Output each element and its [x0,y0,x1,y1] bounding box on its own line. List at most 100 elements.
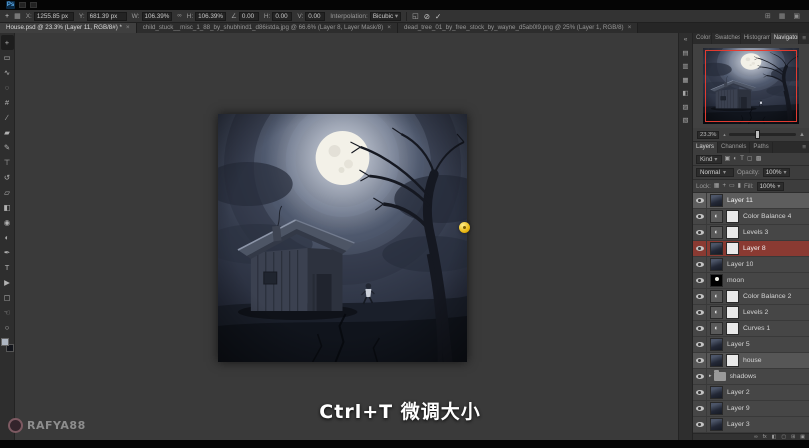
layer-thumbnail[interactable]: ◐ [710,354,723,367]
layer-filter-icon[interactable]: ◐ [733,156,737,162]
canvas-artwork[interactable] [218,114,467,362]
layer-row[interactable]: ▸ ◐ Layer 11 [693,193,809,209]
actions-panel-icon[interactable]: ▨ [682,105,688,112]
layer-name[interactable]: Layer 9 [727,405,750,412]
layer-thumbnail[interactable]: ◐ [710,418,723,431]
workspace-grid-icon[interactable]: ▦ [779,12,786,20]
move-tool[interactable]: + [1,35,14,50]
navigator-proxy-view[interactable] [705,50,797,122]
color-swatches[interactable] [1,338,14,352]
layer-mask-thumbnail[interactable] [726,306,739,319]
layer-thumbnail[interactable]: ◐ [710,402,723,415]
layer-row[interactable]: ▸ ◐ moon [693,273,809,289]
visibility-cell[interactable] [693,385,707,400]
filter-kind-select[interactable]: Kind ▾ [696,155,722,164]
document-tab[interactable]: House.psd @ 23.3% (Layer 11, RGB/8#) * × [0,23,137,33]
canvas-area[interactable] [15,33,678,440]
layer-mask-thumbnail[interactable] [726,290,739,303]
layer-thumbnail[interactable]: ◐ [710,258,723,271]
layer-name[interactable]: Layer 5 [727,341,750,348]
visibility-cell[interactable] [693,241,707,256]
layer-name[interactable]: Layer 11 [727,197,753,204]
group-expand-icon[interactable]: ▸ [709,374,712,379]
tab-layers[interactable]: Layers [693,142,718,153]
layer-thumbnail[interactable]: ◐ [710,338,723,351]
hand-tool[interactable]: ☜ [1,305,14,320]
visibility-cell[interactable] [693,209,707,224]
path-selection-tool[interactable]: ▶ [1,275,14,290]
app-bar-icon[interactable] [30,2,37,8]
visibility-cell[interactable] [693,369,707,384]
lock-option-icon[interactable]: + [722,183,726,189]
layer-name[interactable]: Color Balance 2 [743,293,791,300]
tab-paths[interactable]: Paths [750,142,772,153]
layer-thumbnail[interactable]: ◐ [710,194,723,207]
close-icon[interactable]: × [628,23,632,33]
layer-mask-thumbnail[interactable] [726,354,739,367]
layer-row[interactable]: ▸ ◐ Layer 5 [693,337,809,353]
layer-name[interactable]: moon [727,277,744,284]
layers-footer-icon[interactable]: ▣ [800,435,805,440]
rectangular-marquee-tool[interactable]: ▭ [1,50,14,65]
visibility-cell[interactable] [693,225,707,240]
layers-footer-icon[interactable]: ⊞ [791,435,795,440]
visibility-cell[interactable] [693,289,707,304]
tab-navigator[interactable]: Navigator [771,33,800,44]
collapse-panels-icon[interactable]: « [684,37,688,44]
close-icon[interactable]: × [387,23,391,33]
screen-mode-icon[interactable]: ▣ [793,12,800,20]
layer-thumbnail[interactable]: ◐ [710,386,723,399]
navigator-preview[interactable] [703,48,799,124]
layer-thumbnail[interactable]: ◐ [710,322,723,335]
arrange-documents-icon[interactable]: ⊞ [765,12,771,20]
tab-swatches[interactable]: Swatches [712,33,741,44]
zoom-tool[interactable]: ○ [1,320,14,335]
panel-menu-icon[interactable]: ≡ [799,33,809,44]
panel-menu-icon[interactable]: ≡ [799,142,809,153]
layer-name[interactable]: Layer 8 [743,245,766,252]
layer-row[interactable]: ▸ ◐ Levels 2 [693,305,809,321]
layer-row[interactable]: ▸ ◐ Layer 9 [693,401,809,417]
reference-point-locator-icon[interactable]: ▦ [14,12,21,20]
document-tab[interactable]: child_stuck__misc_1_88_by_shubhind1_d86i… [137,23,398,33]
visibility-cell[interactable] [693,353,707,368]
properties-panel-icon[interactable]: ▤ [682,51,688,58]
close-icon[interactable]: × [126,23,130,33]
layer-row[interactable]: ▸ ◐ Color Balance 4 [693,209,809,225]
opacity-input[interactable]: 100% ▾ [763,168,790,177]
navigator-zoom-value[interactable]: 23.3% [697,131,719,139]
type-tool[interactable]: T [1,260,14,275]
clone-stamp-tool[interactable]: ⊤ [1,155,14,170]
brush-tool[interactable]: ✎ [1,140,14,155]
styles-panel-icon[interactable]: ▦ [682,78,688,85]
dodge-tool[interactable]: ◐ [1,230,14,245]
x-value-input[interactable]: 1255.85 px [34,12,74,21]
visibility-cell[interactable] [693,401,707,416]
lock-option-icon[interactable]: ▮ [738,183,741,189]
layer-name[interactable]: Levels 3 [743,229,768,236]
visibility-cell[interactable] [693,193,707,208]
quick-selection-tool[interactable]: ◌ [1,80,14,95]
zoom-in-icon[interactable]: ▲ [799,132,805,138]
layer-thumbnail[interactable]: ◐ [710,242,723,255]
visibility-cell[interactable] [693,305,707,320]
lock-option-icon[interactable]: ▭ [729,183,735,189]
layer-filter-icon[interactable]: T [740,156,744,162]
foreground-color-swatch[interactable] [1,338,9,346]
layer-mask-thumbnail[interactable] [726,210,739,223]
layers-footer-icon[interactable]: ∞ [754,435,758,440]
layer-row[interactable]: ▸ ◐ Layer 8 [693,241,809,257]
layer-thumbnail[interactable]: ◐ [710,226,723,239]
lock-option-icon[interactable]: ▦ [714,183,720,189]
visibility-cell[interactable] [693,273,707,288]
fill-input[interactable]: 100% ▾ [757,182,784,191]
zoom-slider-thumb[interactable] [755,130,760,139]
layer-mask-thumbnail[interactable] [726,226,739,239]
visibility-cell[interactable] [693,257,707,272]
layers-footer-icon[interactable]: ◧ [772,435,777,440]
lasso-tool[interactable]: ∿ [1,65,14,80]
layer-row[interactable]: ▸ ◐ Color Balance 2 [693,289,809,305]
layer-mask-thumbnail[interactable] [726,242,739,255]
layer-row[interactable]: ▸ ◐ shadows [693,369,809,385]
history-panel-icon[interactable]: ◧ [682,91,688,98]
